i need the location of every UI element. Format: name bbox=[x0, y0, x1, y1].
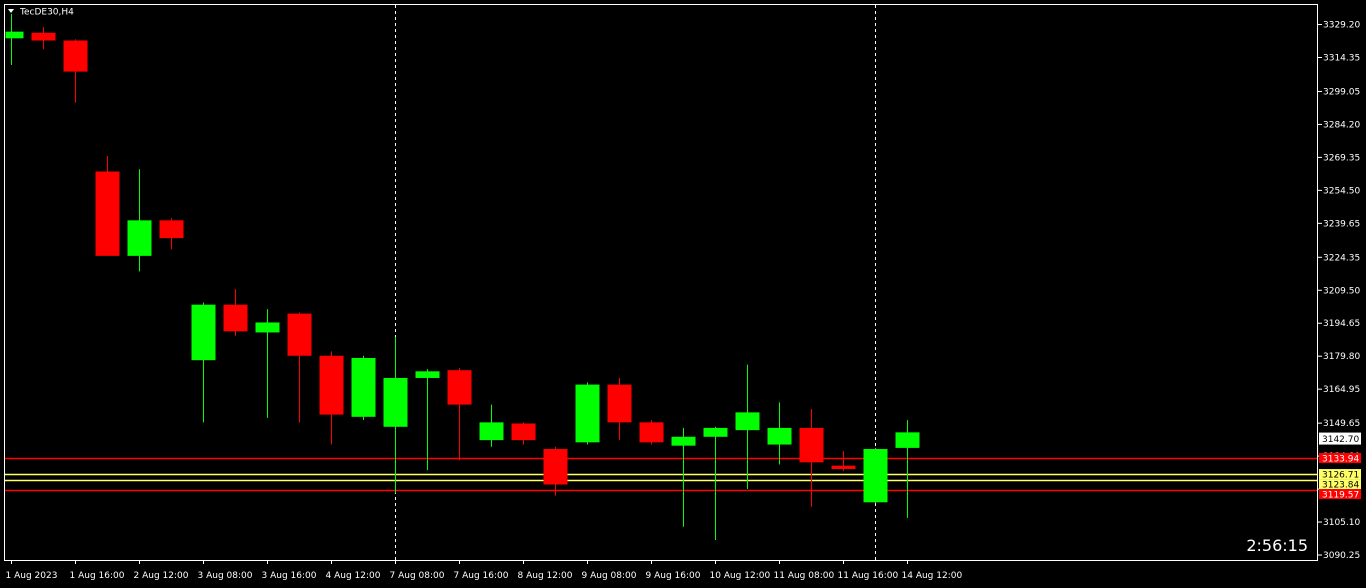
resistance-level-label: 3133.94 bbox=[1322, 455, 1359, 465]
bull-candle-body bbox=[575, 384, 600, 443]
symbol-title: TecDE30,H4 bbox=[19, 8, 74, 18]
bear-candle-body bbox=[63, 40, 88, 72]
price-chart[interactable]: 3329.20 3314.35 3299.05 3284.20 3269.35 3254.… bbox=[0, 0, 1366, 584]
time-tick-label: 7 Aug 16:00 bbox=[454, 571, 509, 581]
bull-candle-body bbox=[671, 436, 696, 446]
bull-candle-body bbox=[415, 371, 440, 378]
bull-candle-body bbox=[191, 304, 216, 361]
price-tick-label: 3179.80 bbox=[1323, 352, 1360, 362]
bear-candle-body bbox=[223, 304, 248, 332]
time-tick-label: 3 Aug 16:00 bbox=[262, 571, 317, 581]
time-tick-label: 8 Aug 12:00 bbox=[518, 571, 573, 581]
bull-candle-body bbox=[127, 220, 152, 256]
time-tick-label: 2 Aug 12:00 bbox=[134, 571, 189, 581]
time-tick-label: 14 Aug 12:00 bbox=[902, 571, 963, 581]
bear-candle-body bbox=[639, 422, 664, 443]
bear-candle-body bbox=[159, 220, 184, 239]
price-tick-label: 3239.65 bbox=[1323, 219, 1360, 229]
price-tick-label: 3209.50 bbox=[1323, 286, 1360, 296]
time-tick-label: 9 Aug 08:00 bbox=[582, 571, 637, 581]
bear-candle-body bbox=[831, 465, 856, 469]
price-tick-label: 3224.35 bbox=[1323, 253, 1360, 263]
bull-candle-body bbox=[383, 377, 408, 427]
price-tick-label: 3299.05 bbox=[1323, 87, 1360, 97]
bull-candle-body bbox=[479, 422, 504, 441]
resistance-level-label: 3119.57 bbox=[1322, 491, 1359, 501]
time-tick-label: 10 Aug 12:00 bbox=[710, 571, 771, 581]
price-tick-label: 3105.10 bbox=[1323, 518, 1360, 528]
bar-countdown-timer: 2:56:15 bbox=[1246, 536, 1308, 555]
time-tick-label: 1 Aug 2023 bbox=[6, 571, 58, 581]
bull-candle-body bbox=[735, 412, 760, 431]
bear-candle-body bbox=[447, 370, 472, 405]
price-tick-label: 3090.25 bbox=[1323, 551, 1360, 561]
price-tick-label: 3149.65 bbox=[1323, 419, 1360, 429]
bull-candle-body bbox=[5, 31, 24, 39]
current-price-label: 3142.70 bbox=[1322, 435, 1359, 445]
price-tick-label: 3254.50 bbox=[1323, 186, 1360, 196]
chart-window[interactable]: 3329.20 3314.35 3299.05 3284.20 3269.35 3254.… bbox=[0, 0, 1366, 584]
time-tick-label: 11 Aug 16:00 bbox=[838, 571, 899, 581]
price-tick-label: 3314.35 bbox=[1323, 54, 1360, 64]
candle bbox=[351, 355, 376, 421]
price-tick-label: 3269.35 bbox=[1323, 153, 1360, 163]
bear-candle-body bbox=[287, 313, 312, 356]
bull-candle-body bbox=[703, 427, 728, 437]
candle bbox=[575, 382, 600, 445]
bear-candle-body bbox=[95, 171, 120, 256]
bull-candle-body bbox=[895, 432, 920, 448]
bear-candle-body bbox=[511, 423, 536, 441]
price-tick-label: 3284.20 bbox=[1323, 120, 1360, 130]
bear-candle-body bbox=[543, 449, 568, 485]
bull-candle-body bbox=[351, 357, 376, 417]
time-tick-label: 9 Aug 16:00 bbox=[646, 571, 701, 581]
price-tick-label: 3164.95 bbox=[1323, 385, 1360, 395]
bear-candle-body bbox=[799, 427, 824, 463]
price-tick-label: 3194.65 bbox=[1323, 319, 1360, 329]
bear-candle-body bbox=[607, 384, 632, 423]
bull-candle-body bbox=[767, 427, 792, 445]
candle bbox=[863, 447, 888, 504]
bull-candle-body bbox=[863, 449, 888, 503]
time-tick-label: 7 Aug 08:00 bbox=[390, 571, 445, 581]
candle bbox=[639, 420, 664, 445]
bull-candle-body bbox=[255, 322, 280, 333]
price-tick-label: 3329.20 bbox=[1323, 21, 1360, 31]
bear-candle-body bbox=[319, 355, 344, 415]
time-tick-label: 11 Aug 08:00 bbox=[774, 571, 835, 581]
time-tick-label: 3 Aug 08:00 bbox=[198, 571, 253, 581]
bear-candle-body bbox=[31, 32, 56, 41]
time-tick-label: 4 Aug 12:00 bbox=[326, 571, 381, 581]
time-tick-label: 1 Aug 16:00 bbox=[70, 571, 125, 581]
